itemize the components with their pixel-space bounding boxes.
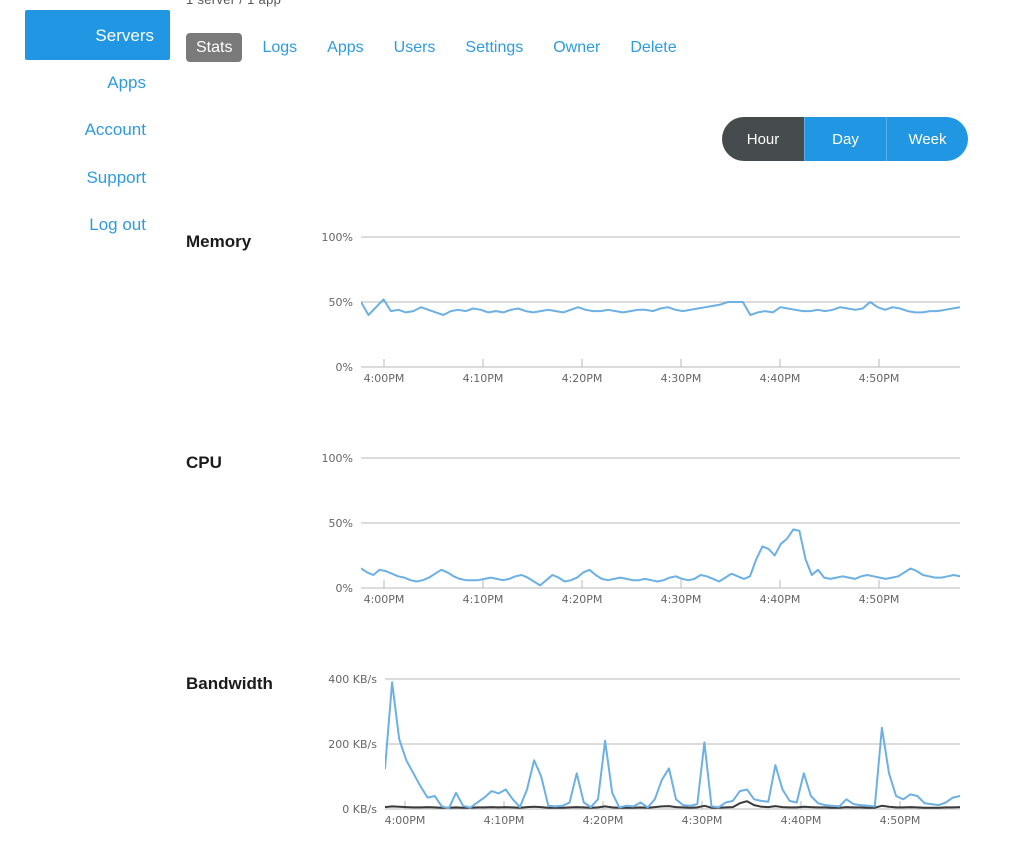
tab-delete[interactable]: Delete [620,33,686,62]
x-axis-tick-label: 4:00PM [363,372,405,385]
y-axis-tick-label: 100% [321,231,353,244]
tab-stats[interactable]: Stats [186,33,243,63]
chart-title: CPU [186,453,222,472]
range-option-day[interactable]: Day [804,117,886,161]
sidebar: Servers Apps Account Support Log out [0,0,170,856]
tab-users[interactable]: Users [384,33,446,62]
breadcrumb: 1 server / 1 app [186,0,281,7]
tab-bar: Stats Logs Apps Users Settings Owner Del… [186,33,697,63]
y-axis-tick-label: 50% [328,517,353,530]
x-axis-tick-label: 4:20PM [561,372,603,385]
x-axis-tick-label: 4:30PM [660,372,702,385]
sidebar-item-label: Servers [95,25,154,45]
plot-area [361,457,960,589]
x-axis-tick-label: 4:50PM [858,593,900,606]
y-axis-tick-label: 0% [335,361,353,374]
x-axis-tick-label: 4:10PM [462,593,504,606]
x-axis-tick-label: 4:20PM [561,593,603,606]
data-line-inbound [385,681,960,810]
x-axis-tick-label: 4:00PM [384,814,426,827]
y-axis-tick-label: 0% [335,582,353,595]
x-axis-tick-label: 4:10PM [483,814,525,827]
plot-area [361,236,960,368]
y-axis-tick-label: 100% [321,452,353,465]
y-axis-tick-label: 400 KB/s [328,673,377,686]
x-axis-tick-label: 4:10PM [462,372,504,385]
range-option-hour[interactable]: Hour [722,117,804,161]
stats-page: Servers Apps Account Support Log out 1 s… [0,0,1024,856]
data-line-cpu [361,528,960,587]
sidebar-item-support[interactable]: Support [86,169,146,186]
x-axis-tick-label: 4:50PM [879,814,921,827]
sidebar-item-servers[interactable]: Servers [25,10,170,60]
time-range-control: Hour Day Week [722,117,968,161]
x-axis-tick-label: 4:50PM [858,372,900,385]
chart-title: Bandwidth [186,674,273,693]
tab-settings[interactable]: Settings [455,33,533,62]
y-axis-tick-label: 0 KB/s [342,803,377,816]
x-axis-tick-label: 4:40PM [759,372,801,385]
x-axis-tick-label: 4:30PM [660,593,702,606]
tab-logs[interactable]: Logs [252,33,307,62]
tab-owner[interactable]: Owner [543,33,610,62]
sidebar-item-log-out[interactable]: Log out [89,216,146,233]
x-axis-tick-label: 4:20PM [582,814,624,827]
x-axis-tick-label: 4:30PM [681,814,723,827]
sidebar-item-account[interactable]: Account [85,121,146,138]
plot-area [385,678,960,810]
range-option-week[interactable]: Week [886,117,968,161]
y-axis-tick-label: 50% [328,296,353,309]
y-axis-tick-label: 200 KB/s [328,738,377,751]
x-axis-tick-label: 4:40PM [759,593,801,606]
tab-apps[interactable]: Apps [317,33,373,62]
x-axis-tick-label: 4:40PM [780,814,822,827]
x-axis-tick-label: 4:00PM [363,593,405,606]
chart-title: Memory [186,232,252,251]
sidebar-item-apps[interactable]: Apps [107,74,146,91]
